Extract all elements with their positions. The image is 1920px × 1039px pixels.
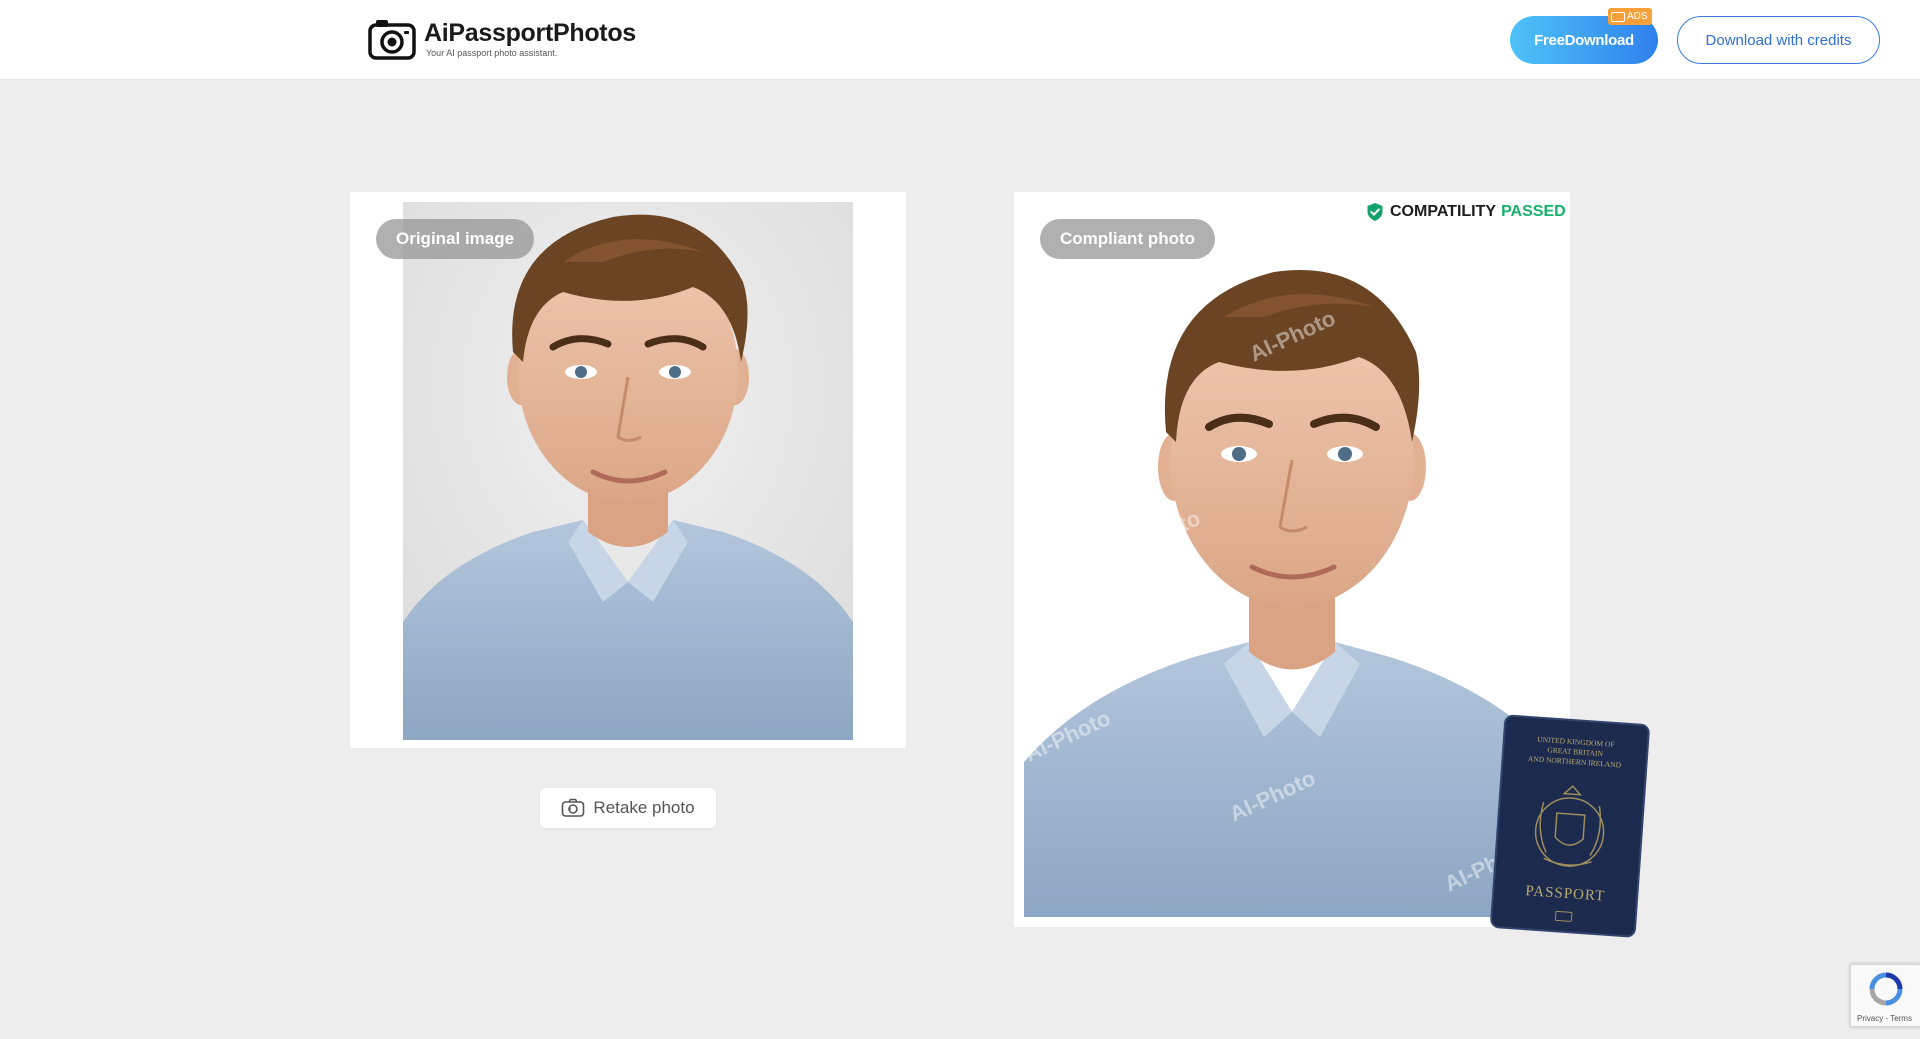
ads-badge-label: ADS xyxy=(1627,11,1648,22)
shield-check-icon xyxy=(1367,203,1383,221)
logo[interactable]: AiPassportPhotos Your AI passport photo … xyxy=(368,18,636,60)
original-image-label: Original image xyxy=(376,219,535,259)
original-image-card xyxy=(350,192,906,748)
compatibility-word: COMPATILITY xyxy=(1390,203,1497,220)
download-with-credits-button[interactable]: Download with credits xyxy=(1677,16,1880,64)
original-portrait-image xyxy=(403,202,853,740)
passport-image: UNITED KINGDOM OF GREAT BRITAIN AND NORT… xyxy=(1490,714,1650,938)
compatibility-result: PASSED xyxy=(1501,203,1566,220)
recaptcha-badge[interactable]: Privacy - Terms xyxy=(1850,964,1920,1027)
recaptcha-icon xyxy=(1869,972,1903,1006)
recaptcha-links[interactable]: Privacy - Terms xyxy=(1857,1014,1912,1023)
compliant-photo-label: Compliant photo xyxy=(1040,219,1216,259)
retake-photo-button[interactable]: Retake photo xyxy=(540,788,716,828)
camera-logo-icon xyxy=(368,20,416,60)
logo-title: AiPassportPhotos xyxy=(424,19,636,47)
ads-badge: ADS xyxy=(1608,8,1652,25)
camera-retake-icon xyxy=(562,798,585,817)
tv-icon xyxy=(1611,11,1625,22)
compliant-portrait-image: AI-Photo AI-Photo AI-Photo AI-Photo AI-P… xyxy=(1024,202,1560,917)
top-header: AiPassportPhotos Your AI passport photo … xyxy=(0,0,1920,80)
retake-photo-label: Retake photo xyxy=(593,798,695,817)
compatibility-status: COMPATILITY PASSED xyxy=(1366,202,1566,222)
logo-subtitle: Your AI passport photo assistant. xyxy=(426,48,558,58)
